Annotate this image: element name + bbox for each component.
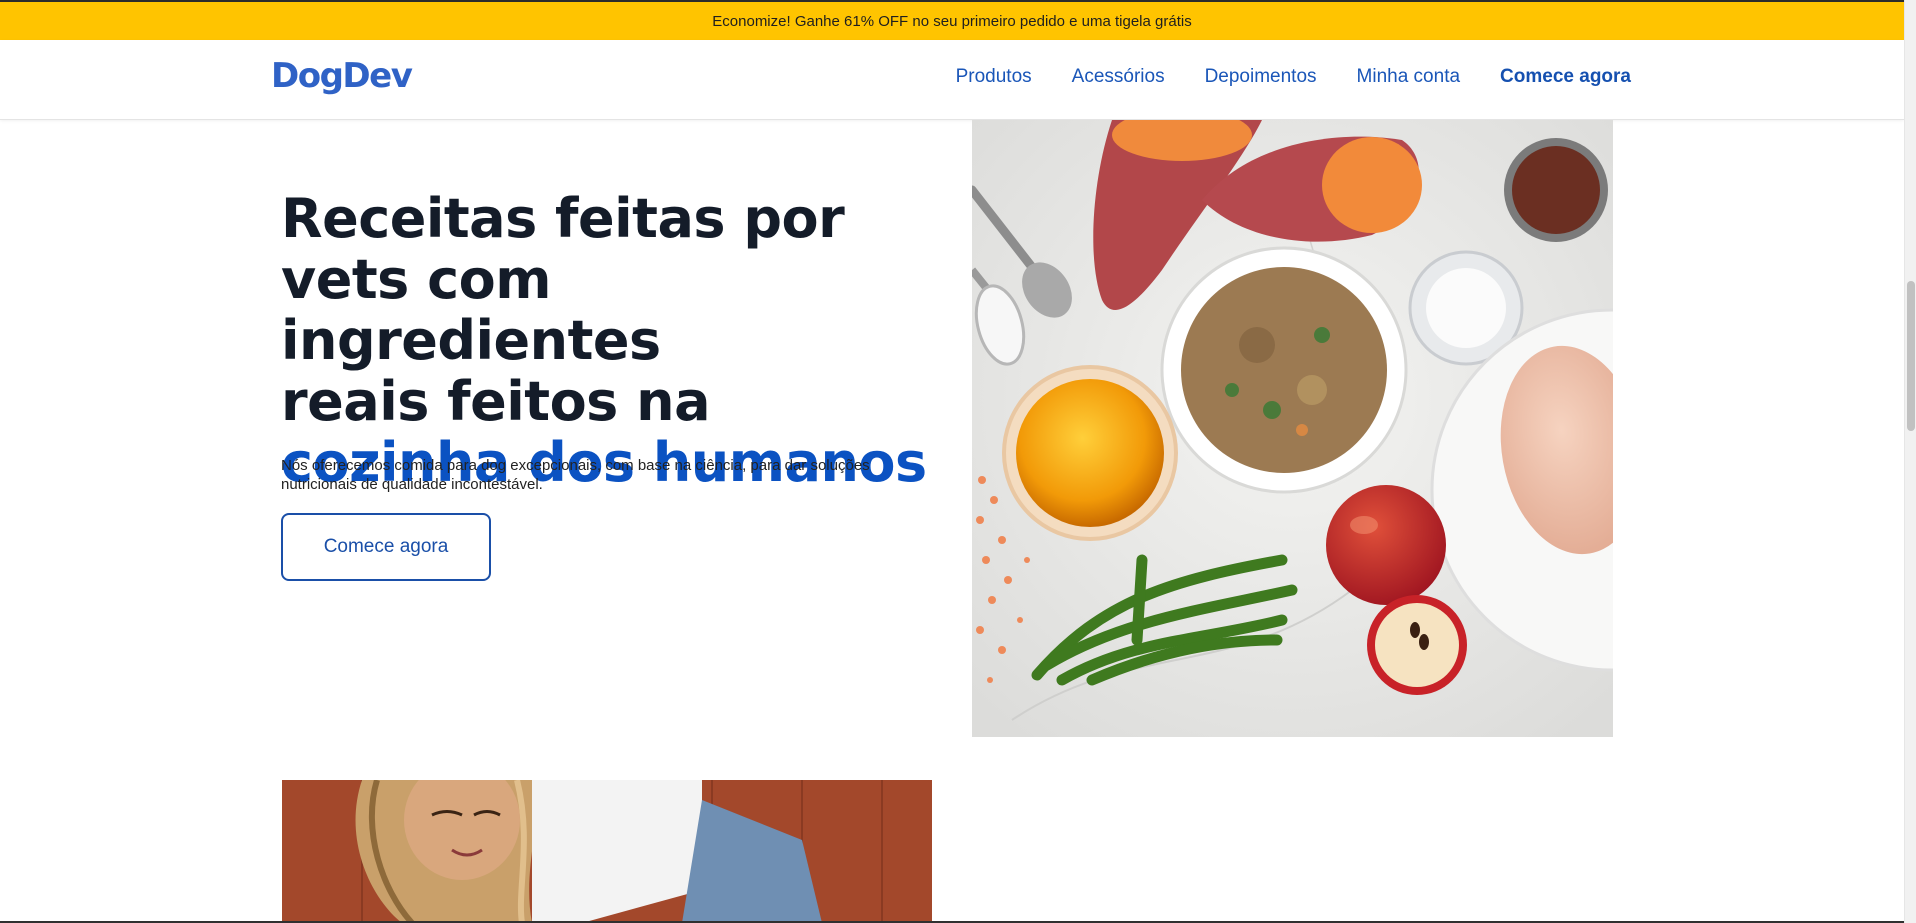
nav-link-minha-conta[interactable]: Minha conta — [1357, 66, 1461, 88]
page-scrollbar[interactable] — [1904, 0, 1916, 923]
page: Economize! Ganhe 61% OFF no seu primeiro… — [0, 0, 1916, 923]
hero-description: Nós oferecemos comida para dog excepcion… — [281, 457, 870, 493]
site-header: DogDev Produtos Acessórios Depoimentos M… — [0, 40, 1904, 120]
hero-title-line-2: vets com ingredientes — [281, 248, 661, 372]
hero-title-line-1: Receitas feitas por — [281, 187, 845, 250]
lifestyle-illustration — [282, 780, 932, 923]
lifestyle-image — [282, 780, 932, 923]
nav-link-produtos[interactable]: Produtos — [956, 66, 1032, 88]
hero-title-line-3: reais feitos na — [281, 370, 711, 433]
nav-link-comece-agora[interactable]: Comece agora — [1500, 66, 1631, 88]
food-illustration — [972, 120, 1613, 737]
scrollbar-thumb[interactable] — [1907, 281, 1915, 431]
nav-link-acessorios[interactable]: Acessórios — [1072, 66, 1165, 88]
promo-text: Economize! Ganhe 61% OFF no seu primeiro… — [712, 12, 1192, 30]
hero-food-image — [972, 120, 1613, 737]
nav-link-depoimentos[interactable]: Depoimentos — [1205, 66, 1317, 88]
promo-banner: Economize! Ganhe 61% OFF no seu primeiro… — [0, 2, 1904, 40]
logo[interactable]: DogDev — [271, 56, 413, 96]
hero-cta-button[interactable]: Comece agora — [281, 513, 491, 581]
main-nav: Produtos Acessórios Depoimentos Minha co… — [956, 66, 1631, 88]
hero-title: Receitas feitas por vets com ingrediente… — [281, 188, 941, 493]
